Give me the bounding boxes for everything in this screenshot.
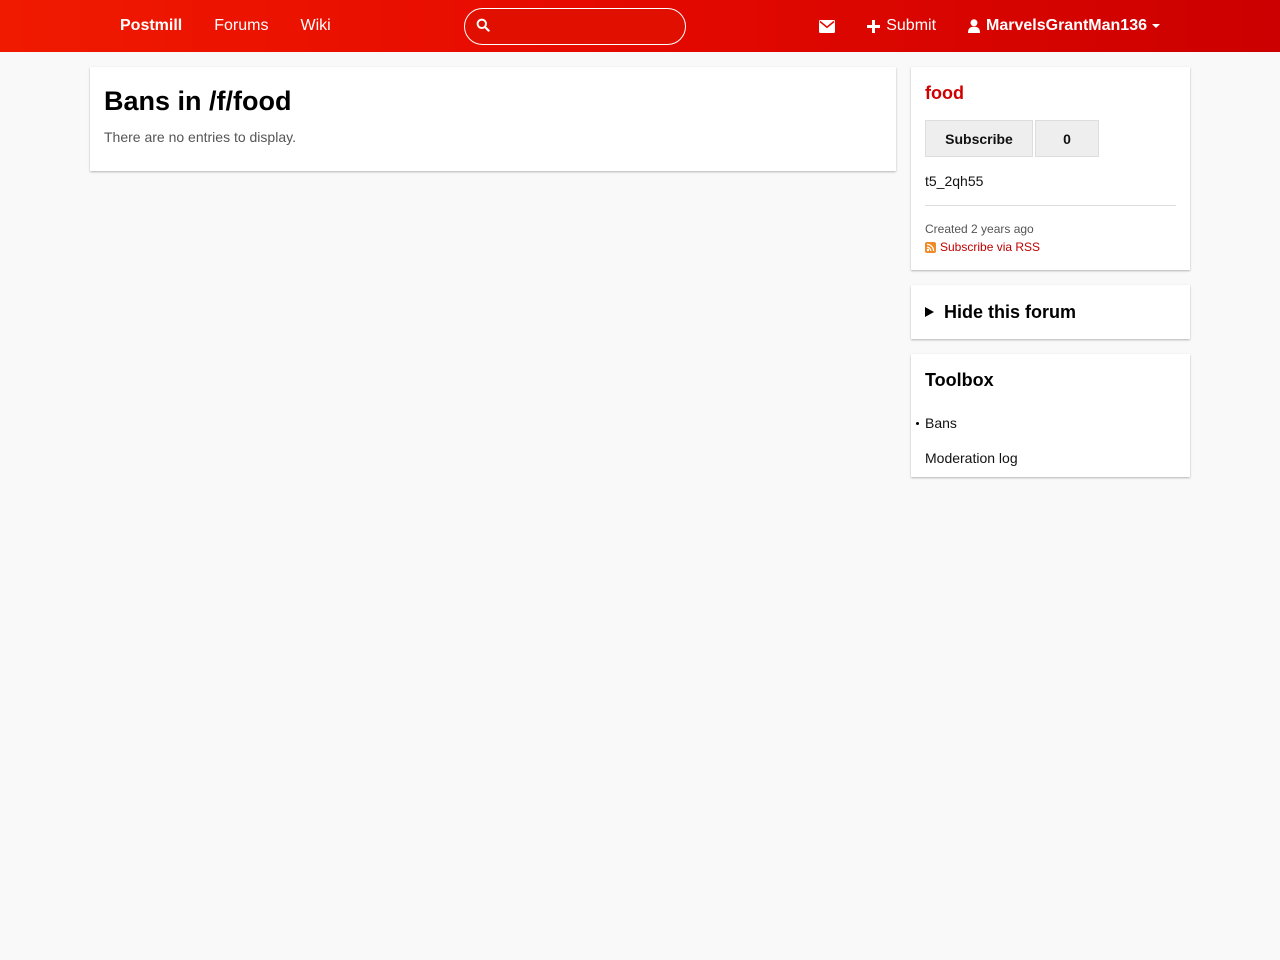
hide-forum-toggle[interactable]: Hide this forum (925, 302, 1076, 323)
toolbox-list: Bans Moderation log (916, 406, 1176, 476)
user-icon (968, 19, 981, 33)
forum-description: t5_2qh55 (925, 173, 1176, 206)
bans-panel: Bans in /f/food There are no entries to … (90, 67, 896, 171)
search-icon (476, 18, 490, 32)
subscriber-count[interactable]: 0 (1035, 120, 1099, 157)
messages-button[interactable] (803, 0, 851, 52)
subscribe-group: Subscribe 0 (925, 120, 1176, 157)
toolbox-item-moderation-log: Moderation log (925, 441, 1176, 476)
plus-icon (867, 19, 881, 33)
user-menu-button[interactable]: MarvelsGrantMan136 (952, 0, 1176, 52)
toolbox-card: Toolbox Bans Moderation log (911, 354, 1190, 477)
disclosure-triangle-icon (925, 307, 934, 317)
forum-created: Created 2 years ago (925, 222, 1034, 236)
hide-forum-card: Hide this forum (911, 285, 1190, 339)
main-nav: Postmill Forums Wiki (104, 0, 347, 52)
hide-forum-label: Hide this forum (944, 301, 1077, 322)
site-header: Postmill Forums Wiki Submit MarvelsGrant… (0, 0, 1280, 52)
search-box (464, 8, 686, 45)
toolbox-title: Toolbox (925, 370, 994, 390)
nav-wiki-link[interactable]: Wiki (284, 0, 346, 52)
rss-link[interactable]: Subscribe via RSS (940, 238, 1040, 256)
forum-info-card: food Subscribe 0 t5_2qh55 Created 2 year… (911, 67, 1190, 270)
forum-name-link[interactable]: food (925, 83, 964, 103)
nav-forums-link[interactable]: Forums (198, 0, 284, 52)
toolbox-item-bans: Bans (916, 406, 1176, 441)
rss-icon (925, 241, 936, 253)
page-title: Bans in /f/food (104, 86, 292, 116)
toolbox-moderation-log-link[interactable]: Moderation log (925, 450, 1018, 466)
caret-down-icon (1152, 24, 1160, 28)
rss-line: Subscribe via RSS (925, 238, 1176, 256)
brand-link[interactable]: Postmill (104, 0, 198, 52)
submit-button[interactable]: Submit (851, 0, 952, 52)
user-name: MarvelsGrantMan136 (986, 17, 1147, 34)
empty-message: There are no entries to display. (104, 129, 296, 145)
submit-label: Submit (886, 17, 937, 34)
search-input[interactable] (497, 13, 675, 39)
envelope-icon (819, 19, 836, 33)
toolbox-bans-link[interactable]: Bans (925, 415, 957, 431)
user-nav: Submit MarvelsGrantMan136 (803, 0, 1176, 52)
subscribe-button[interactable]: Subscribe (925, 120, 1033, 157)
